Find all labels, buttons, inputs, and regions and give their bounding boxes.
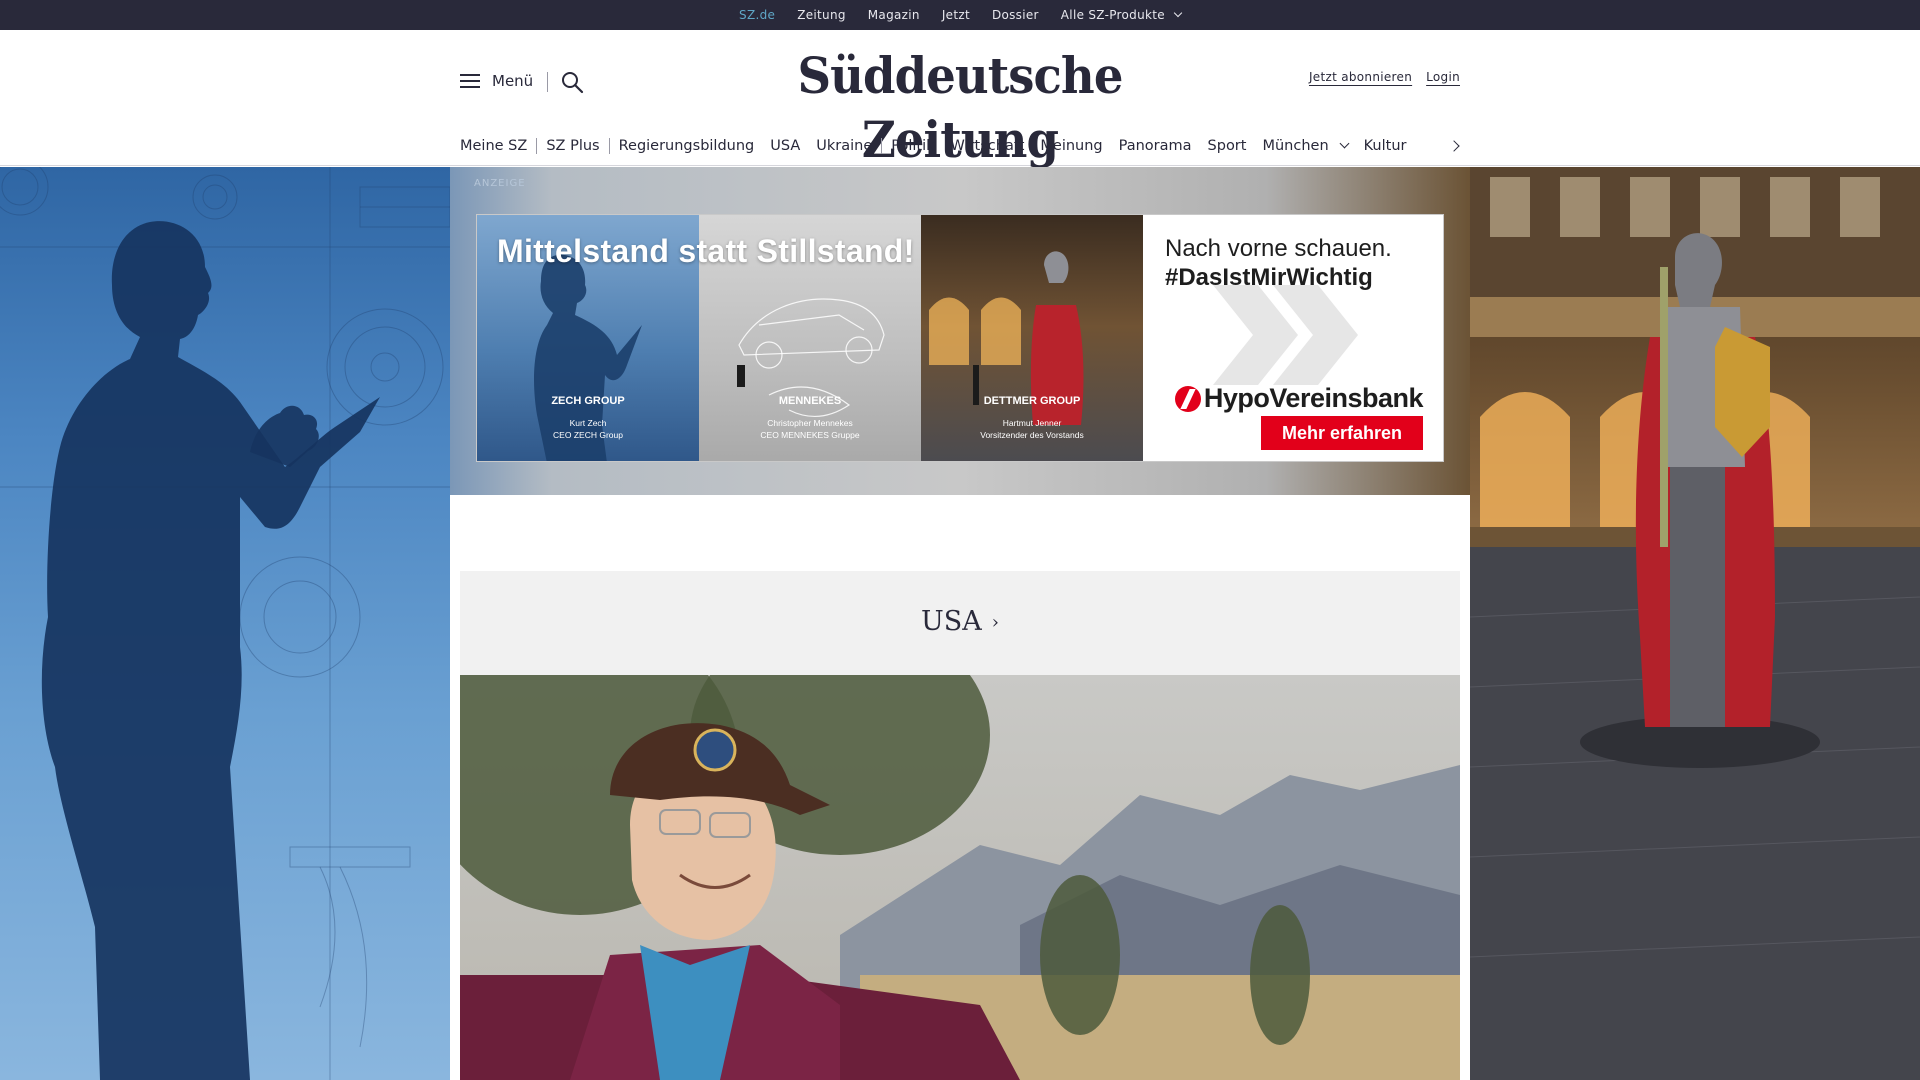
top-bar: SZ.de Zeitung Magazin Jetzt Dossier Alle… — [0, 0, 1920, 33]
section-title-usa[interactable]: USA › — [460, 606, 1460, 637]
topbar-link-dossier[interactable]: Dossier — [992, 8, 1039, 22]
section-title-label: USA — [921, 606, 982, 637]
chevron-right-icon: › — [991, 612, 999, 633]
topbar-link-magazin[interactable]: Magazin — [868, 8, 920, 22]
nav-item-politik[interactable]: Politik — [891, 138, 934, 154]
nav-divider — [881, 138, 883, 154]
ad-person-mennekes: Christopher Mennekes CEO MENNEKES Gruppe — [699, 417, 921, 441]
ad-person-role: CEO ZECH Group — [553, 430, 623, 440]
ad-person-name: Hartmut Jenner — [1002, 418, 1062, 428]
banner-ad[interactable]: ZECH GROUP Kurt Zech CEO ZECH Group MENNE… — [476, 214, 1444, 462]
topbar-link-jetzt[interactable]: Jetzt — [942, 8, 970, 22]
background-ad-left[interactable] — [0, 167, 450, 1080]
portrait-photo — [460, 675, 1460, 1080]
search-icon[interactable] — [560, 70, 584, 94]
ad-company-zech: ZECH GROUP — [551, 395, 625, 407]
ad-company-mennekes: MENNEKES — [778, 395, 842, 407]
ad-panel-dettmer: DETTMER GROUP Hartmut Jenner Vorsitzender… — [921, 215, 1143, 461]
nav-item-meinung[interactable]: Meinung — [1040, 138, 1102, 154]
site-header: Menü Süddeutsche Zeitung Jetzt abonniere… — [0, 30, 1920, 169]
ad-brand-logo: HypoVereinsbank — [1174, 383, 1424, 414]
nav-item-muenchen-label: München — [1262, 138, 1329, 154]
menu-button[interactable]: Menü — [460, 72, 533, 90]
chevron-down-icon — [1173, 8, 1183, 18]
topbar-link-alle-produkte-label: Alle SZ-Produkte — [1060, 8, 1165, 22]
ad-panel-brand: Nach vorne schauen. #DasIstMirWichtig Hy… — [1143, 215, 1443, 461]
town-hall-statue-illustration — [1470, 167, 1920, 1080]
ad-label: ANZEIGE — [474, 178, 526, 189]
nav-item-sport[interactable]: Sport — [1208, 138, 1247, 154]
menu-label: Menü — [492, 72, 534, 90]
blueprint-silhouette-illustration — [0, 167, 450, 1080]
nav-divider — [536, 138, 538, 154]
main-navigation: Meine SZ SZ Plus Regierungsbildung USA U… — [460, 131, 1406, 161]
ad-person-zech: Kurt Zech CEO ZECH Group — [477, 417, 699, 441]
hero-image[interactable] — [460, 675, 1460, 1080]
hamburger-icon — [460, 73, 480, 89]
ad-slogan: Nach vorne schauen. — [1165, 235, 1392, 262]
nav-item-wirtschaft[interactable]: Wirtschaft — [951, 138, 1025, 154]
ad-cta-button[interactable]: Mehr erfahren — [1261, 416, 1423, 450]
nav-item-muenchen[interactable]: München — [1262, 138, 1350, 154]
background-ad-right[interactable] — [1470, 167, 1920, 1080]
topbar-link-szde[interactable]: SZ.de — [739, 8, 775, 33]
nav-item-sz-plus[interactable]: SZ Plus — [546, 138, 599, 154]
chevron-down-icon — [1339, 138, 1350, 149]
nav-item-panorama[interactable]: Panorama — [1119, 138, 1192, 154]
hypovereinsbank-logo-icon — [1174, 385, 1201, 412]
nav-item-meine-sz[interactable]: Meine SZ — [460, 138, 527, 154]
ad-person-name: Christopher Mennekes — [767, 418, 853, 428]
ad-person-name: Kurt Zech — [569, 418, 607, 428]
ad-person-role: CEO MENNEKES Gruppe — [760, 430, 860, 440]
ad-headline: Mittelstand statt Stillstand! — [497, 233, 915, 269]
ad-person-dettmer: Hartmut Jenner Vorsitzender des Vorstands — [921, 417, 1143, 441]
ad-brand-name: HypoVereinsbank — [1203, 383, 1424, 413]
nav-item-regierungsbildung[interactable]: Regierungsbildung — [619, 138, 755, 154]
topbar-link-alle-produkte[interactable]: Alle SZ-Produkte — [1060, 8, 1183, 22]
double-chevron-icon — [1213, 285, 1358, 385]
nav-scroll-right-button[interactable] — [1448, 138, 1462, 154]
header-account-links: Jetzt abonnieren Login — [1309, 70, 1460, 84]
subscribe-link[interactable]: Jetzt abonnieren — [1309, 70, 1412, 84]
login-link[interactable]: Login — [1426, 70, 1460, 84]
ad-person-role: Vorsitzender des Vorstands — [980, 430, 1084, 440]
header-divider — [547, 72, 548, 92]
site-logo[interactable]: Süddeutsche Zeitung — [737, 44, 1183, 169]
nav-item-usa[interactable]: USA — [770, 138, 800, 154]
nav-divider — [608, 138, 610, 154]
topbar-link-zeitung[interactable]: Zeitung — [797, 8, 846, 22]
ad-company-dettmer: DETTMER GROUP — [983, 395, 1081, 407]
nav-item-kultur[interactable]: Kultur — [1364, 138, 1407, 154]
nav-item-ukraine[interactable]: Ukraine — [816, 138, 872, 154]
